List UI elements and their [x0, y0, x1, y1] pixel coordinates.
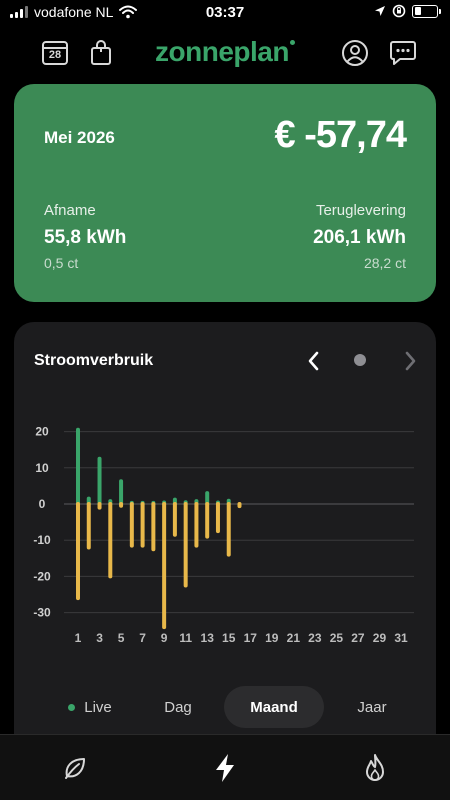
segment-month[interactable]: Maand [224, 686, 324, 728]
segment-year[interactable]: Jaar [334, 686, 410, 728]
afname-price: 0,5 ct [44, 255, 79, 271]
x-tick-label: 1 [75, 631, 82, 645]
battery-icon [412, 4, 441, 18]
x-tick-label: 25 [330, 631, 344, 645]
x-tick-label: 5 [118, 631, 125, 645]
teruglevering-price: 28,2 ct [363, 255, 406, 271]
x-tick-label: 31 [394, 631, 408, 645]
x-tick-label: 9 [161, 631, 168, 645]
period-segmented-control: Live Dag Maand Jaar [14, 686, 436, 728]
teruglevering-value: 206,1 kWh [313, 227, 406, 248]
summary-month: Mei 2026 [44, 128, 115, 147]
segment-live[interactable]: Live [50, 686, 130, 728]
x-tick-label: 23 [308, 631, 322, 645]
x-tick-label: 3 [96, 631, 103, 645]
x-tick-label: 17 [244, 631, 258, 645]
tab-gas[interactable] [358, 751, 392, 785]
live-indicator-dot [68, 703, 76, 711]
app-logo: zonneplan [0, 36, 450, 68]
teruglevering-block: Teruglevering 206,1 kWh 28,2 ct [313, 202, 406, 271]
profile-button[interactable] [338, 36, 372, 70]
previous-period-button[interactable] [302, 348, 326, 374]
chevron-right-icon [405, 351, 416, 371]
x-tick-label: 11 [179, 631, 192, 645]
y-tick-label: 0 [39, 497, 46, 511]
y-tick-label: 10 [35, 461, 49, 475]
afname-value: 55,8 kWh [44, 227, 127, 248]
usage-chart-card: Stroomverbruik 20 10 0 -10 -20 -30 1 3 5 7 9 11 13 15… [14, 322, 436, 742]
tab-electricity[interactable] [208, 751, 242, 785]
chevron-left-icon [308, 351, 319, 371]
current-period-dot[interactable] [354, 354, 366, 366]
tab-sustainability[interactable] [58, 751, 92, 785]
x-tick-label: 29 [373, 631, 387, 645]
x-tick-label: 27 [351, 631, 365, 645]
user-icon [342, 40, 368, 66]
y-tick-label: 20 [35, 425, 49, 439]
summary-amount: € -57,74 [274, 114, 407, 156]
lightning-icon [216, 754, 234, 782]
x-tick-label: 19 [265, 631, 279, 645]
bottom-tab-bar [0, 734, 450, 800]
next-period-button[interactable] [398, 348, 422, 374]
y-tick-label: -20 [33, 569, 51, 583]
segment-day-label: Dag [164, 698, 192, 716]
x-tick-label: 15 [222, 631, 236, 645]
chat-button[interactable] [386, 36, 420, 70]
flame-icon [366, 754, 384, 781]
x-tick-label: 21 [287, 631, 301, 645]
x-tick-label: 13 [201, 631, 215, 645]
rotation-lock-icon [392, 4, 406, 18]
afname-block: Afname 55,8 kWh 0,5 ct [44, 202, 126, 271]
x-tick-label: 7 [139, 631, 146, 645]
segment-day[interactable]: Dag [140, 686, 216, 728]
y-tick-label: -10 [33, 533, 51, 547]
segment-live-label: Live [84, 698, 112, 716]
teruglevering-label: Teruglevering [315, 202, 406, 219]
chat-icon [390, 41, 416, 65]
leaf-icon [65, 758, 85, 779]
chart-title: Stroomverbruik [34, 352, 154, 369]
usage-bar-chart: 20100-10-20-301 3 5 7 9 11 13 15 17 19 21 23 25 27 29 3… [33, 425, 414, 645]
month-summary-card[interactable]: Mei 2026 € -57,74 Afname 55,8 kWh 0,5 ct… [14, 84, 436, 302]
app-header: 28 zonneplan [0, 30, 450, 76]
location-arrow-icon [375, 6, 385, 16]
status-bar: vodafone NL 03:37 [0, 0, 450, 26]
afname-label: Afname [44, 202, 96, 219]
segment-month-label: Maand [250, 698, 298, 716]
y-tick-label: -30 [33, 606, 51, 620]
segment-year-label: Jaar [357, 698, 387, 716]
